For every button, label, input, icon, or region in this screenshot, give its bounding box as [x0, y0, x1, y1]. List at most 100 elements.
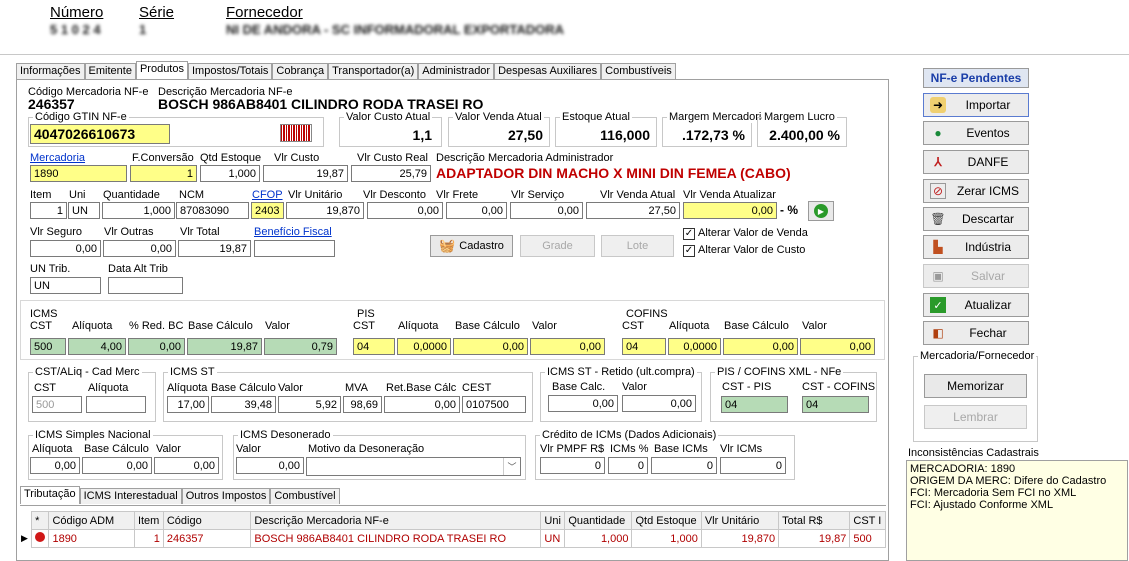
fconv-field[interactable]: 1 [130, 165, 197, 182]
vlr-unit-field[interactable]: 19,870 [286, 202, 364, 219]
qtd-est-field[interactable]: 1,000 [200, 165, 260, 182]
simples-valor-field[interactable]: 0,00 [154, 457, 219, 474]
tab-outros-impostos[interactable]: Outros Impostos [181, 488, 271, 504]
cst-cad-cst-field[interactable]: 500 [32, 396, 82, 413]
tab-produtos[interactable]: Produtos [135, 61, 188, 79]
vlr-seguro-field[interactable]: 0,00 [30, 240, 101, 257]
credito-pct-field[interactable]: 0 [608, 457, 648, 474]
pis-valor-field[interactable]: 0,00 [530, 338, 605, 355]
grid-h-codigo-adm[interactable]: Código ADM [48, 511, 135, 530]
tab-tributacao[interactable]: Tributação [20, 486, 80, 504]
simples-base-field[interactable]: 0,00 [82, 457, 152, 474]
cofins-valor-field[interactable]: 0,00 [800, 338, 875, 355]
pis-cst-field[interactable]: 04 [353, 338, 395, 355]
pis-xml-cst-pis-field[interactable]: 04 [721, 396, 788, 413]
memorizar-button[interactable]: Memorizar [924, 374, 1027, 398]
tab-combustiveis[interactable]: Combustíveis [601, 63, 676, 79]
tab-transportador[interactable]: Transportador(a) [328, 63, 419, 79]
icms-st-valor-field[interactable]: 5,92 [278, 396, 341, 413]
grid-h-star[interactable]: * [31, 511, 50, 530]
cofins-cst-field[interactable]: 04 [622, 338, 666, 355]
tab-combustivel[interactable]: Combustível [270, 488, 340, 504]
grid-h-item[interactable]: Item [133, 511, 164, 530]
ncm-field[interactable]: 87083090 [176, 202, 249, 219]
grid-h-quantidade[interactable]: Quantidade [564, 511, 633, 530]
row-uni[interactable]: UN [540, 529, 566, 548]
vlr-venda-atualizar-field[interactable]: 0,00 [683, 202, 777, 219]
deson-valor-field[interactable]: 0,00 [236, 457, 304, 474]
grid-h-vlr-unitario[interactable]: Vlr Unitário [700, 511, 780, 530]
lembrar-button[interactable]: Lembrar [924, 405, 1027, 429]
industria-button[interactable]: ▙ Indústria [923, 235, 1029, 259]
uni-field[interactable]: UN [68, 202, 100, 219]
cadastro-button[interactable]: 🧺 Cadastro [430, 235, 513, 257]
cfop-link[interactable]: CFOP [252, 189, 283, 201]
alterar-custo-checkbox[interactable]: ✓ [683, 245, 695, 257]
un-trib-field[interactable]: UN [30, 277, 101, 294]
icms-st-mva-field[interactable]: 98,69 [343, 396, 382, 413]
fechar-button[interactable]: ◧ Fechar [923, 321, 1029, 345]
icms-valor-field[interactable]: 0,79 [264, 338, 337, 355]
icms-st-base-field[interactable]: 39,48 [211, 396, 276, 413]
zerar-icms-button[interactable]: ⊘ Zerar ICMS [923, 179, 1029, 203]
cfop-field[interactable]: 2403 [251, 202, 284, 219]
credito-vlr-field[interactable]: 0 [720, 457, 786, 474]
icms-st-aliq-field[interactable]: 17,00 [167, 396, 209, 413]
cst-cad-aliq-field[interactable] [86, 396, 146, 413]
qtd-field[interactable]: 1,000 [102, 202, 175, 219]
vlr-frete-field[interactable]: 0,00 [446, 202, 507, 219]
credito-pmpf-field[interactable]: 0 [540, 457, 605, 474]
tab-emitente[interactable]: Emitente [84, 63, 136, 79]
grid-h-codigo[interactable]: Código [162, 511, 252, 530]
icms-st-ret-valor-field[interactable]: 0,00 [622, 395, 696, 412]
grid-h-cst[interactable]: CST I [849, 511, 886, 530]
mercadoria-link[interactable]: Mercadoria [30, 152, 85, 164]
pis-xml-cst-cof-field[interactable]: 04 [802, 396, 869, 413]
inconsist-box[interactable]: MERCADORIA: 1890 ORIGEM DA MERC: Difere … [906, 460, 1128, 561]
vlr-custo-field[interactable]: 19,87 [263, 165, 348, 182]
salvar-button[interactable]: ▣ Salvar [923, 264, 1029, 288]
vlr-serv-field[interactable]: 0,00 [510, 202, 583, 219]
icms-st-ret-base-field[interactable]: 0,00 [548, 395, 618, 412]
danfe-button[interactable]: ⅄ DANFE [923, 150, 1029, 174]
grid-h-descricao[interactable]: Descrição Mercadoria NF-e [250, 511, 542, 530]
deson-motivo-select[interactable] [306, 457, 521, 476]
tab-despesas-auxiliares[interactable]: Despesas Auxiliares [494, 63, 602, 79]
descartar-button[interactable]: 🗑 Descartar [923, 207, 1029, 231]
vlr-outras-field[interactable]: 0,00 [103, 240, 176, 257]
vlr-desc-field[interactable]: 0,00 [367, 202, 443, 219]
grid-h-qtd-estoque[interactable]: Qtd Estoque [631, 511, 702, 530]
chevron-down-icon[interactable]: ﹀ [503, 458, 520, 475]
icms-base-field[interactable]: 19,87 [187, 338, 262, 355]
importar-button[interactable]: ➜ Importar [923, 93, 1029, 117]
grid-h-uni[interactable]: Uni [540, 511, 566, 530]
mercadoria-field[interactable]: 1890 [30, 165, 127, 182]
cofins-aliq-field[interactable]: 0,0000 [668, 338, 721, 355]
grid-h-total[interactable]: Total R$ [778, 511, 851, 530]
row-quantidade[interactable]: 1,000 [564, 529, 633, 548]
nfe-pendentes-button[interactable]: NF-e Pendentes [923, 68, 1029, 88]
grade-button[interactable]: Grade [520, 235, 595, 257]
icms-red-field[interactable]: 0,00 [128, 338, 185, 355]
vlr-custo-real-field[interactable]: 25,79 [351, 165, 431, 182]
vlr-total-field[interactable]: 19,87 [178, 240, 251, 257]
cofins-base-field[interactable]: 0,00 [723, 338, 798, 355]
row-cst[interactable]: 500 [849, 529, 886, 548]
pis-aliq-field[interactable]: 0,0000 [397, 338, 451, 355]
apply-venda-button[interactable]: ▶ [808, 201, 834, 221]
tab-cobranca[interactable]: Cobrança [272, 63, 329, 79]
tab-icms-interestadual[interactable]: ICMS Interestadual [79, 488, 182, 504]
icms-cst-field[interactable]: 500 [30, 338, 66, 355]
row-descricao[interactable]: BOSCH 986AB8401 CILINDRO RODA TRASEI RO [250, 529, 542, 548]
item-field[interactable]: 1 [30, 202, 67, 219]
lote-button[interactable]: Lote [601, 235, 674, 257]
icms-aliq-field[interactable]: 4,00 [68, 338, 126, 355]
row-qtd-estoque[interactable]: 1,000 [631, 529, 702, 548]
table-row[interactable]: ▶ 1890 1 246357 BOSCH 986AB8401 CILINDRO… [18, 529, 886, 548]
credito-base-field[interactable]: 0 [651, 457, 717, 474]
beneficio-link[interactable]: Benefício Fiscal [254, 226, 332, 238]
row-codigo[interactable]: 246357 [162, 529, 252, 548]
row-vlr-unitario[interactable]: 19,870 [700, 529, 780, 548]
atualizar-button[interactable]: ✓ Atualizar [923, 293, 1029, 317]
data-alt-field[interactable] [108, 277, 183, 294]
